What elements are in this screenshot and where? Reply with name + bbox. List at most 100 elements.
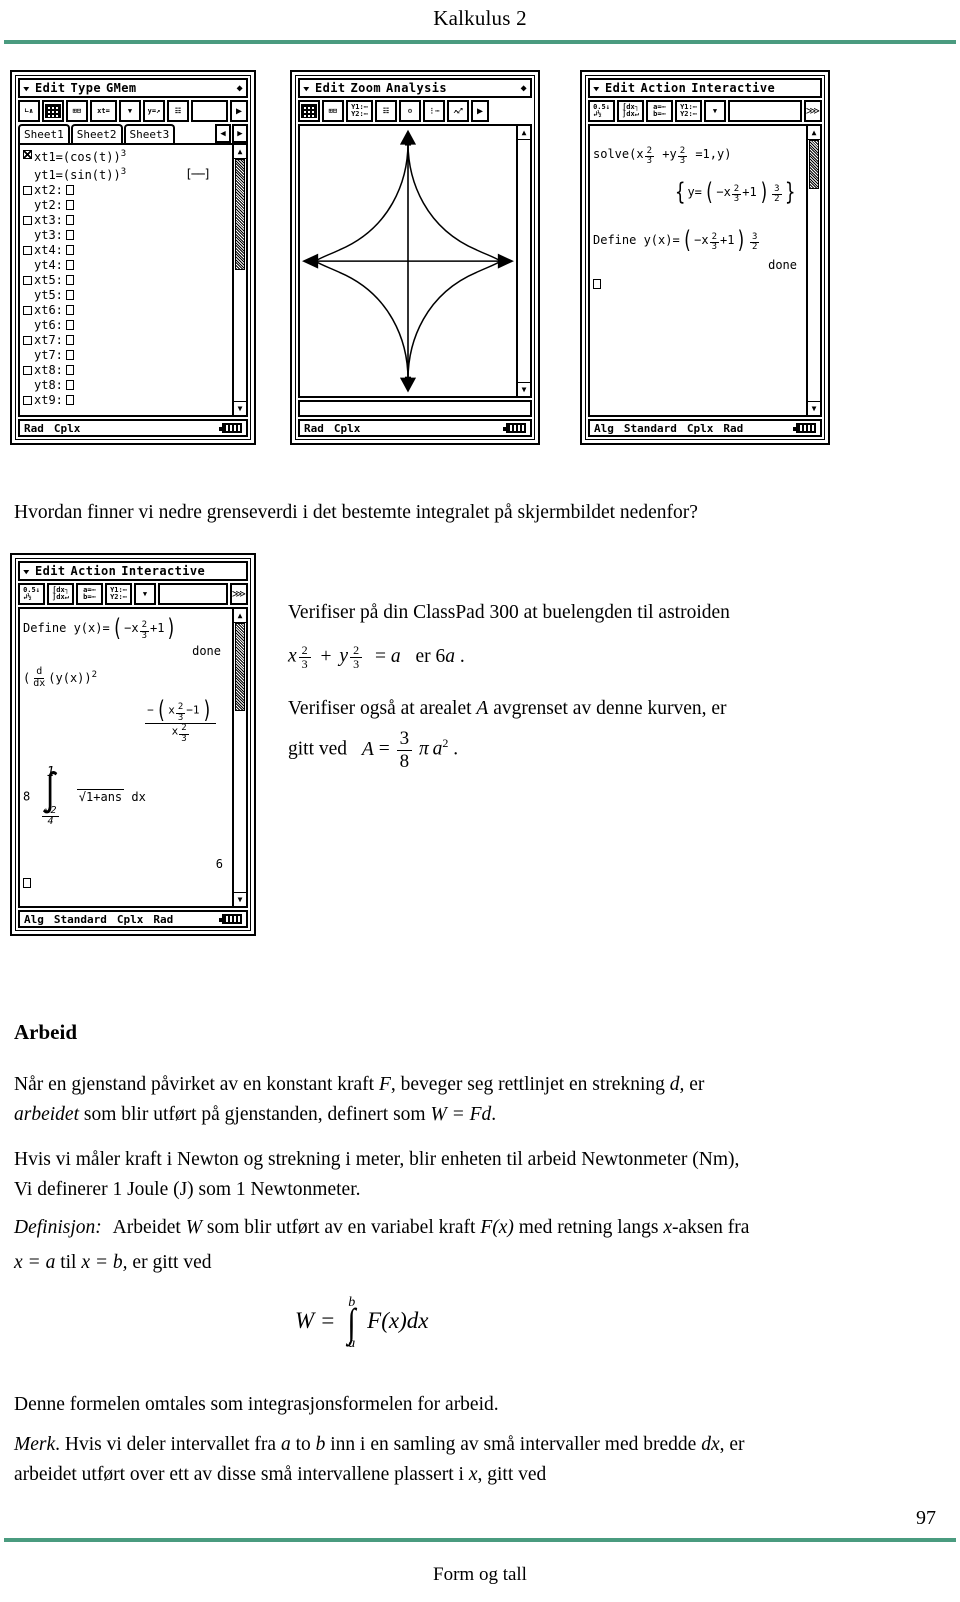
dropdown-icon[interactable]: ▼ <box>704 100 726 122</box>
list-item[interactable]: xt6: <box>23 303 229 318</box>
list-item[interactable]: yt7: <box>23 348 229 363</box>
calculator-graph-window[interactable]: ▾ Edit Zoom Analysis ◆ ⊞⊟ Y1:⋯ Y2:⋯ ☷ ⚙ ⋮… <box>290 70 540 445</box>
menu-caret-icon[interactable]: ▾ <box>592 83 602 94</box>
graph-draw-icon[interactable]: ∟∧ <box>18 100 40 122</box>
menu-diamond-icon[interactable]: ◆ <box>237 83 243 94</box>
tab-sheet1[interactable]: Sheet1 <box>18 124 70 143</box>
scrollbar[interactable]: ▲ ▼ <box>232 609 246 906</box>
menu-item-type[interactable]: Type <box>71 81 102 95</box>
input-cursor[interactable] <box>593 278 601 289</box>
menu-item-edit[interactable]: Edit <box>605 81 636 95</box>
scroll-up-icon[interactable]: ▲ <box>518 126 530 140</box>
scroll-up-icon[interactable]: ▲ <box>234 145 246 159</box>
table-edit-icon[interactable]: ⊞⊟ <box>322 100 344 122</box>
menu-item-action[interactable]: Action <box>641 81 687 95</box>
scroll-track[interactable] <box>518 140 530 382</box>
list-item[interactable]: yt4: <box>23 258 229 273</box>
checkbox-icon[interactable] <box>23 186 32 195</box>
scroll-down-icon[interactable]: ▼ <box>234 892 246 906</box>
a-b-icon[interactable]: a=⋯ b=⋯ <box>646 100 673 122</box>
right-arrow-icon[interactable]: ▶ <box>230 100 248 122</box>
a-b-icon[interactable]: a=⋯ b=⋯ <box>76 583 103 605</box>
calculator-graph-editor[interactable]: ▾ Edit Type GMem ◆ ∟∧ ⊞⊟ xt= ▼ y=↗ ☷ ▶ S… <box>10 70 256 445</box>
scroll-track[interactable] <box>234 623 246 892</box>
xt-equals-icon[interactable]: xt= <box>90 100 117 122</box>
scroll-down-icon[interactable]: ▼ <box>234 401 246 415</box>
checkbox-checked-icon[interactable] <box>23 150 32 159</box>
table-icon[interactable] <box>42 100 64 122</box>
list-item[interactable]: yt8: <box>23 378 229 393</box>
tab-sheet2[interactable]: Sheet2 <box>70 124 123 143</box>
list-item[interactable]: xt2: <box>23 183 229 198</box>
y-equals-icon[interactable]: y=↗ <box>143 100 165 122</box>
main-screen[interactable]: solve(x 2 3 +y 2 3 =1,y) {y=(−x 2 3 +1) 3 2} Defi… <box>588 124 822 417</box>
y1-y2-icon[interactable]: Y1:⋯ Y2:⋯ <box>105 583 132 605</box>
scroll-track[interactable] <box>808 140 820 401</box>
main-output[interactable]: solve(x 2 3 +y 2 3 =1,y) {y=(−x 2 3 +1) 3 2} Defi… <box>590 126 806 415</box>
menubar[interactable]: ▾ Edit Action Interactive <box>18 561 248 581</box>
menubar[interactable]: ▾ Edit Zoom Analysis ◆ <box>298 78 532 98</box>
list-item[interactable]: xt8: <box>23 363 229 378</box>
expression-list-screen[interactable]: xt1=(cos(t))3 yt1=(sin(t))3 xt2: yt2: xt… <box>18 143 248 417</box>
menu-caret-icon[interactable]: ▾ <box>22 83 32 94</box>
list-item[interactable]: xt7: <box>23 333 229 348</box>
calculator-main-solve[interactable]: ▾ Edit Action Interactive 0.5↓ ↲½ ∫dx┐ ∫dx… <box>580 70 830 445</box>
scroll-thumb[interactable] <box>235 159 245 270</box>
toolbar[interactable]: ⊞⊟ Y1:⋯ Y2:⋯ ☷ ⚙ ⋮⋯ ↗⤢ ▶ <box>298 100 532 122</box>
list-item[interactable]: yt2: <box>23 198 229 213</box>
menubar[interactable]: ▾ Edit Type GMem ◆ <box>18 78 248 98</box>
expression-list[interactable]: xt1=(cos(t))3 yt1=(sin(t))3 xt2: yt2: xt… <box>20 145 232 415</box>
scrollbar[interactable]: ▲ ▼ <box>232 145 246 415</box>
right-arrow-icon[interactable]: ▶ <box>471 100 489 122</box>
scroll-up-icon[interactable]: ▲ <box>234 609 246 623</box>
keyboard-icon[interactable]: ⋙ <box>803 100 822 122</box>
menu-item-interactive[interactable]: Interactive <box>121 564 205 578</box>
menu-item-edit[interactable]: Edit <box>35 564 66 578</box>
table-icon[interactable] <box>298 100 320 122</box>
menu-diamond-icon[interactable]: ◆ <box>521 83 527 94</box>
table-edit-icon[interactable]: ⊞⊟ <box>66 100 88 122</box>
dropdown-icon[interactable]: ▼ <box>134 583 156 605</box>
scroll-down-icon[interactable]: ▼ <box>808 401 820 415</box>
menu-item-interactive[interactable]: Interactive <box>691 81 775 95</box>
list-item[interactable]: yt5: <box>23 288 229 303</box>
scrollbar[interactable]: ▲ ▼ <box>806 126 820 415</box>
input-cursor[interactable] <box>23 877 31 888</box>
menu-caret-icon[interactable]: ▾ <box>302 83 312 94</box>
main-screen[interactable]: Define y(x)=(−x 2 3 +1) done (d dx (y(x))2 −(… <box>18 607 248 908</box>
tab-sheet3[interactable]: Sheet3 <box>123 124 176 143</box>
menu-item-edit[interactable]: Edit <box>315 81 346 95</box>
scroll-down-icon[interactable]: ▼ <box>518 382 530 396</box>
scroll-up-icon[interactable]: ▲ <box>808 126 820 140</box>
list-item[interactable]: yt3: <box>23 228 229 243</box>
checkbox-icon[interactable] <box>23 246 32 255</box>
menubar[interactable]: ▾ Edit Action Interactive <box>588 78 822 98</box>
toolbar[interactable]: ∟∧ ⊞⊟ xt= ▼ y=↗ ☷ ▶ <box>18 100 248 122</box>
graph-screen[interactable]: ▲ ▼ <box>298 124 532 399</box>
zoom-box-icon[interactable]: ☷ <box>167 100 189 122</box>
list-item[interactable]: xt1=(cos(t))3 <box>23 147 229 165</box>
graph-plot-area[interactable] <box>300 126 516 396</box>
scrollbar[interactable]: ▲ ▼ <box>516 126 530 397</box>
scroll-thumb[interactable] <box>235 623 245 712</box>
menu-item-zoom[interactable]: Zoom <box>351 81 382 95</box>
checkbox-icon[interactable] <box>23 396 32 405</box>
checkbox-icon[interactable] <box>23 336 32 345</box>
integral-icon[interactable]: ∫dx┐ ∫dx↵ <box>47 583 74 605</box>
graph-input-bar[interactable] <box>298 400 532 417</box>
list-item[interactable]: xt3: <box>23 213 229 228</box>
y1-y2-icon[interactable]: Y1:⋯ Y2:⋯ <box>675 100 702 122</box>
list-item[interactable]: yt6: <box>23 318 229 333</box>
decimal-fraction-icon[interactable]: 0.5↓ ↲½ <box>18 583 45 605</box>
toolbar[interactable]: 0.5↓ ↲½ ∫dx┐ ∫dx↵ a=⋯ b=⋯ Y1:⋯ Y2:⋯ ▼ ⋙ <box>18 583 248 605</box>
list-item[interactable]: xt4: <box>23 243 229 258</box>
list-item[interactable]: xt9: <box>23 393 229 408</box>
sketch-icon[interactable]: ↗⤢ <box>447 100 469 122</box>
calculator-main-arclength[interactable]: ▾ Edit Action Interactive 0.5↓ ↲½ ∫dx┐ ∫dx… <box>10 553 256 936</box>
list-item[interactable]: xt5: <box>23 273 229 288</box>
zoom-box-icon[interactable]: ☷ <box>375 100 397 122</box>
keyboard-icon[interactable]: ⋙ <box>229 583 248 605</box>
checkbox-icon[interactable] <box>23 276 32 285</box>
dropdown-icon[interactable]: ▼ <box>119 100 141 122</box>
toolbar[interactable]: 0.5↓ ↲½ ∫dx┐ ∫dx↵ a=⋯ b=⋯ Y1:⋯ Y2:⋯ ▼ ⋙ <box>588 100 822 122</box>
